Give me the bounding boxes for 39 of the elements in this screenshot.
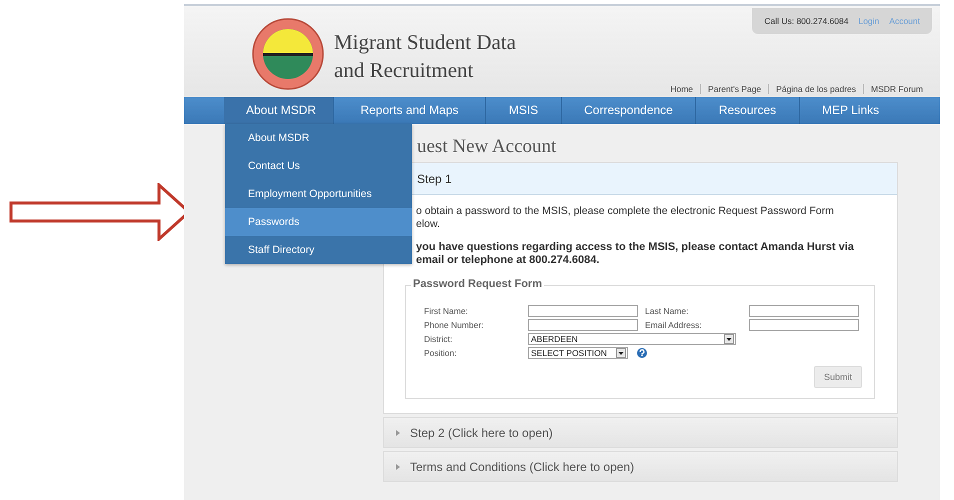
header-link[interactable]: MSDR Forum [864,84,930,94]
instruction-text: o obtain a password to the MSIS, please complete the electronic Request Password Form elow. [416,205,835,231]
input-field[interactable] [749,305,859,317]
caret-icon [724,334,734,344]
field-label: Email Address: [645,320,703,330]
expand-icon [396,464,400,470]
menu-item[interactable]: Passwords [225,208,412,236]
field-label: Phone Number: [424,320,485,330]
nav-item[interactable]: Resources [696,97,800,124]
header-link[interactable]: Página de los padres [769,84,864,94]
input-field[interactable] [528,305,638,317]
menu-item[interactable]: Staff Directory [225,236,412,264]
input-field[interactable] [749,319,859,331]
dropdown-field[interactable]: ABERDEEN [528,333,736,345]
help-icon[interactable] [637,348,647,358]
collapsed-step[interactable]: Step 2 (Click here to open) [383,417,898,448]
nav-item[interactable]: About MSDR [224,97,334,124]
expand-icon [396,430,400,436]
menu-item[interactable]: About MSDR [225,124,412,152]
nav-item[interactable]: Correspondence [562,97,696,124]
caret-icon [616,348,626,358]
form-legend: Password Request Form [411,278,544,290]
contact-text: you have questions regarding access to the MSIS, please contact Amanda Hurst via email or telephone at 800.274.6084. [416,241,855,267]
nav-item[interactable]: MEP Links [800,97,886,124]
field-label: Last Name: [645,306,690,316]
collapsed-step[interactable]: Terms and Conditions (Click here to open) [383,451,898,482]
nav-item[interactable]: MSIS [486,97,562,124]
submit-button[interactable]: Submit [814,366,862,388]
field-label: District: [424,334,454,344]
field-label: First Name: [424,306,469,316]
field-label: Position: [424,348,458,358]
seal-logo-icon [252,18,324,90]
header-link[interactable]: Parent's Page [701,84,768,94]
dropdown-field[interactable]: SELECT POSITION [528,347,628,359]
phone-text: Call Us: 800.274.6084 [764,16,848,26]
page-title: uest New Account [417,136,558,158]
header-link[interactable]: Home [663,84,700,94]
input-field[interactable] [528,319,638,331]
site-title: Migrant Student Data and Recruitment [334,29,516,84]
